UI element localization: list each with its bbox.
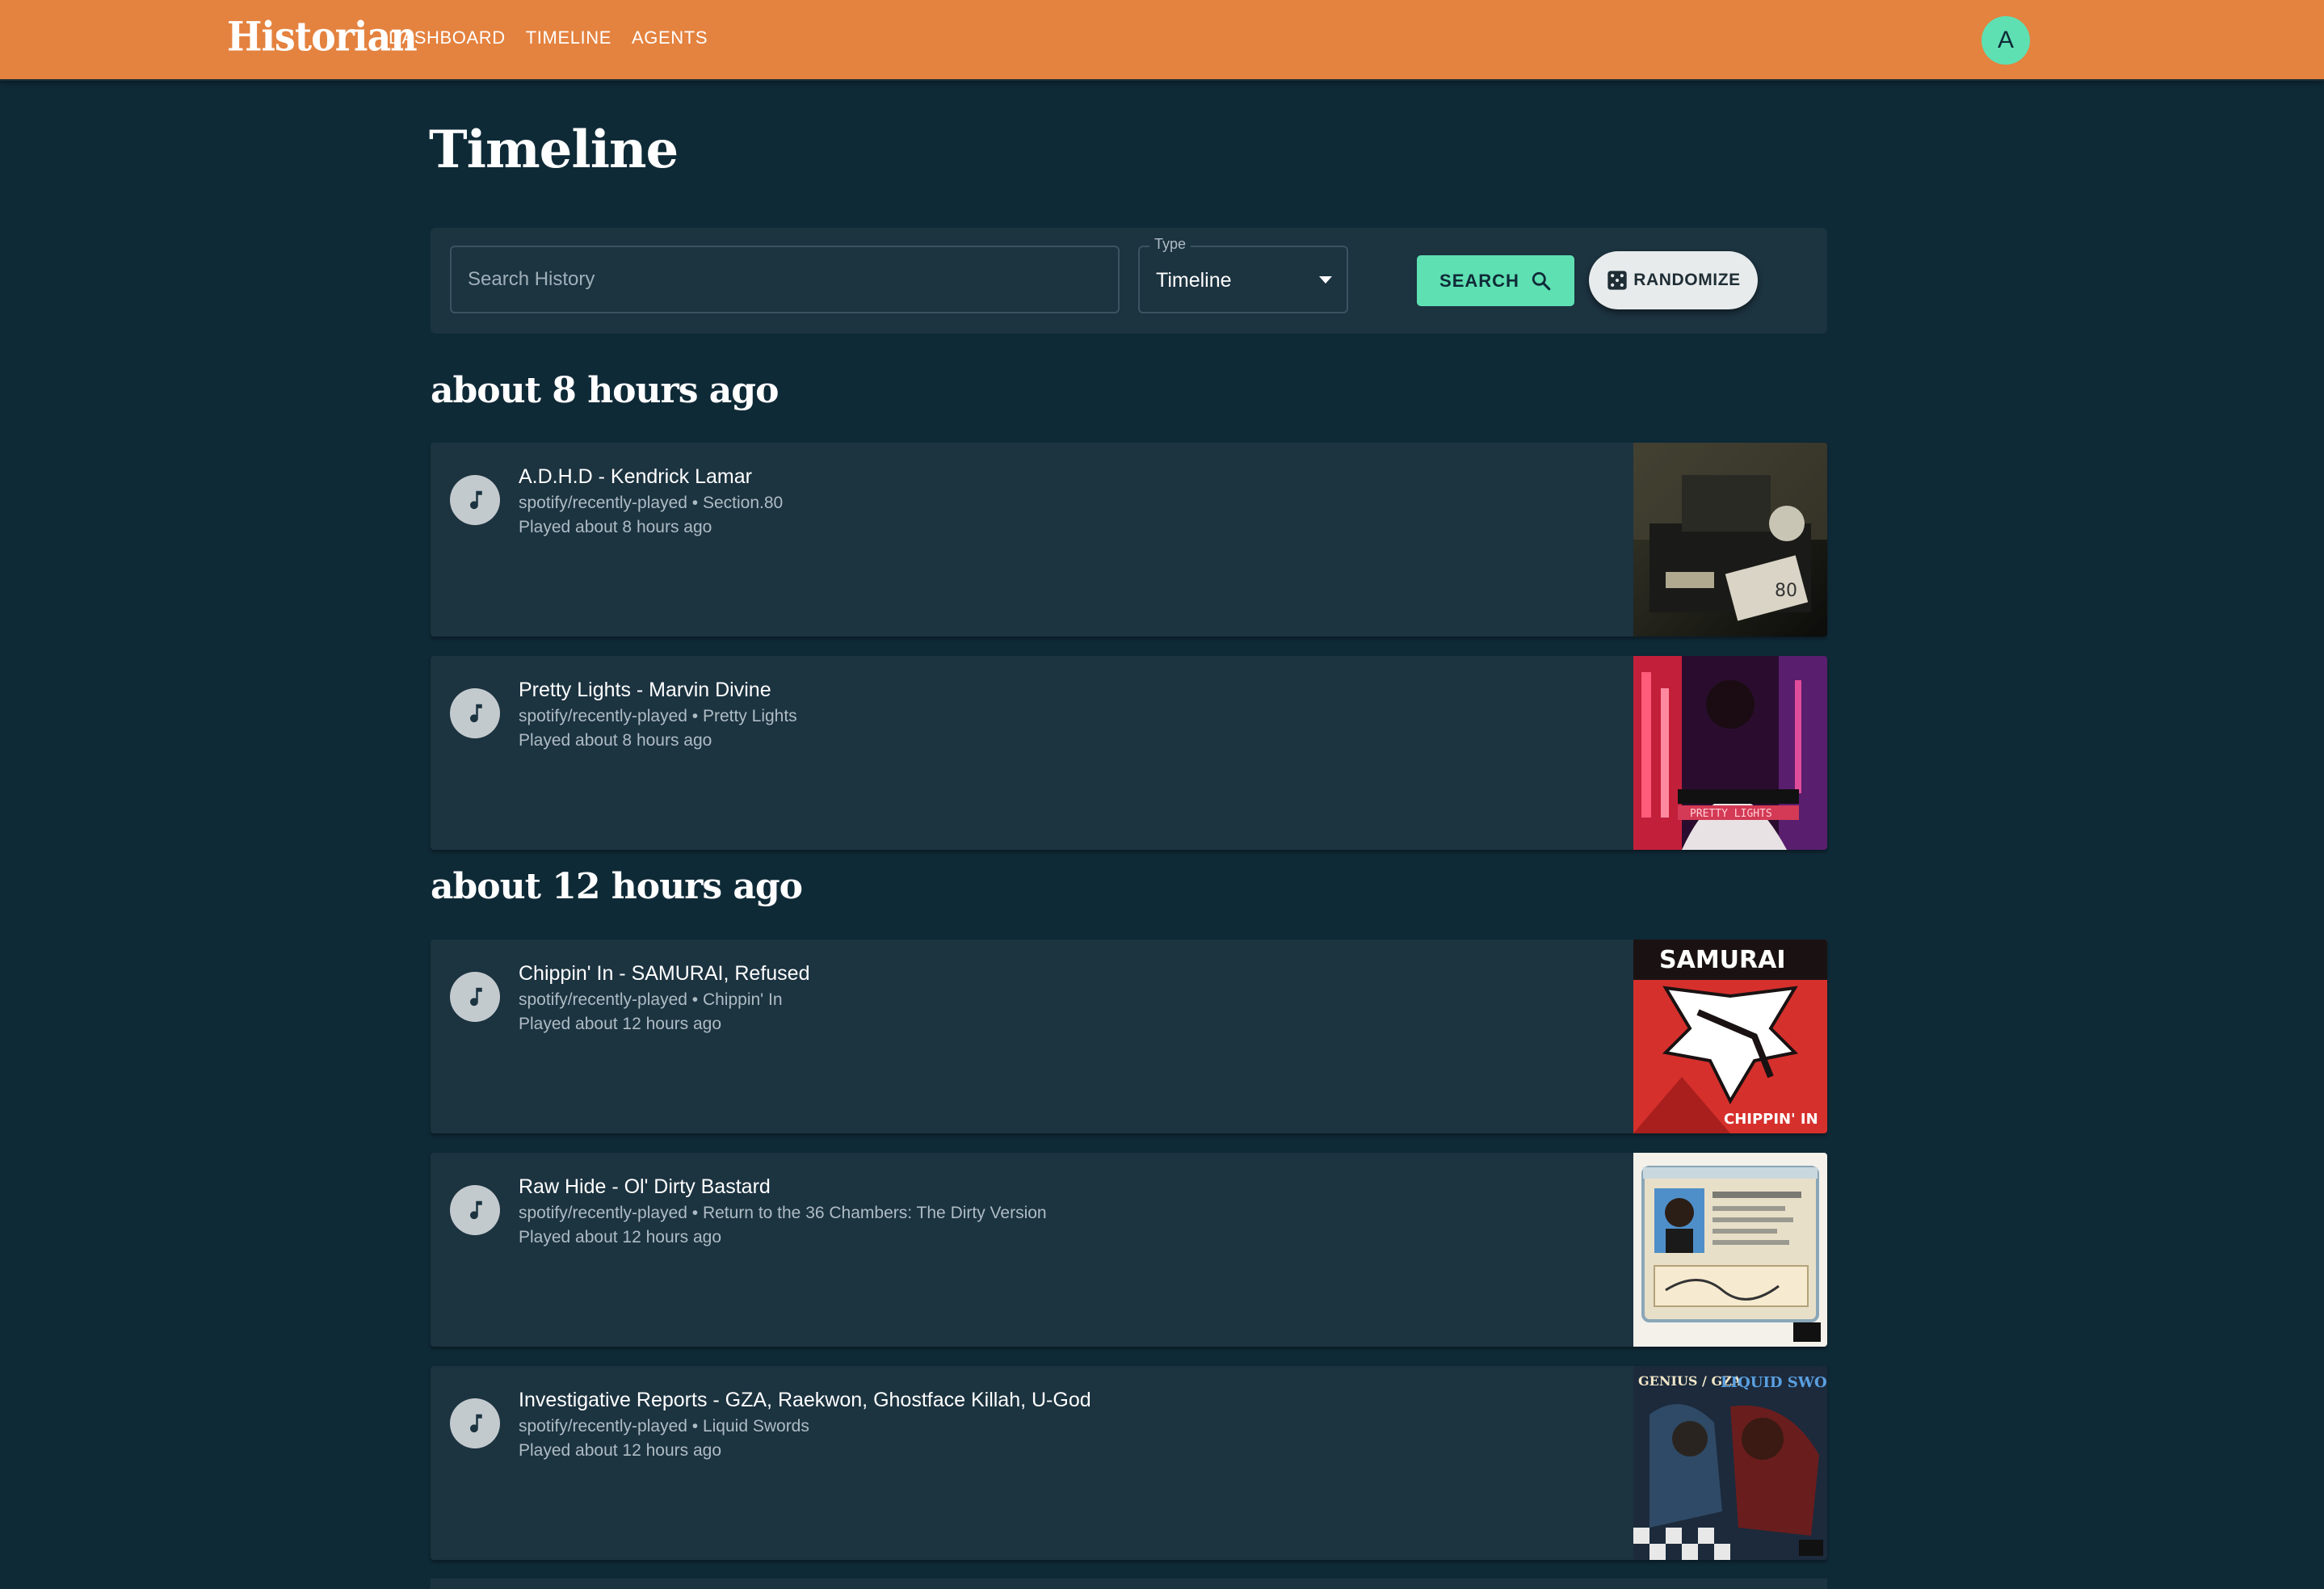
track-source: spotify/recently-played • Chippin' In [519, 990, 783, 1009]
track-played-time: Played about 12 hours ago [519, 1228, 722, 1246]
search-panel: Type Timeline SEARCH RANDOMIZE [431, 228, 1827, 334]
user-avatar[interactable]: A [1981, 16, 2030, 65]
nav-agents[interactable]: AGENTS [632, 27, 708, 48]
search-input[interactable] [450, 246, 1120, 313]
cover-text: PRETTY LIGHTS [1690, 808, 1772, 820]
timeline-card[interactable]: Raw Hide - Ol' Dirty Bastard spotify/rec… [431, 1153, 1827, 1347]
track-title[interactable]: Investigative Reports - GZA, Raekwon, Gh… [519, 1389, 1091, 1412]
album-cover[interactable]: GENIUS / GZA LIQUID SWORDS [1633, 1366, 1827, 1560]
main-nav: DASHBOARD TIMELINE AGENTS [389, 27, 708, 48]
track-source: spotify/recently-played • Pretty Lights [519, 707, 797, 725]
music-note-icon [450, 1185, 500, 1235]
type-select-value: Timeline [1156, 269, 1232, 292]
track-title[interactable]: Chippin' In - SAMURAI, Refused [519, 962, 809, 986]
search-button[interactable]: SEARCH [1417, 255, 1574, 306]
randomize-button-label: RANDOMIZE [1633, 271, 1741, 289]
music-note-icon [450, 1398, 500, 1448]
track-source: spotify/recently-played • Return to the … [519, 1204, 1047, 1222]
track-title[interactable]: A.D.H.D - Kendrick Lamar [519, 465, 752, 489]
section-heading: about 8 hours ago [431, 370, 779, 411]
svg-text:80: 80 [1775, 581, 1797, 601]
timeline-card-partial [431, 1578, 1827, 1589]
music-note-icon [450, 475, 500, 525]
dice-icon [1607, 271, 1627, 290]
album-cover[interactable]: 80 [1633, 443, 1827, 637]
album-cover[interactable]: SAMURAI CHIPPIN' IN [1633, 940, 1827, 1133]
cover-text: CHIPPIN' IN [1724, 1111, 1818, 1128]
timeline-card[interactable]: Pretty Lights - Marvin Divine spotify/re… [431, 656, 1827, 850]
track-played-time: Played about 12 hours ago [519, 1015, 722, 1033]
track-title[interactable]: Raw Hide - Ol' Dirty Bastard [519, 1175, 771, 1199]
type-select-label: Type [1149, 236, 1191, 253]
album-cover[interactable]: PRETTY LIGHTS [1633, 656, 1827, 850]
nav-timeline[interactable]: TIMELINE [526, 27, 611, 48]
cover-text: SAMURAI [1659, 946, 1786, 974]
track-played-time: Played about 8 hours ago [519, 731, 712, 750]
track-source: spotify/recently-played • Section.80 [519, 494, 784, 512]
search-button-label: SEARCH [1439, 270, 1519, 291]
track-title[interactable]: Pretty Lights - Marvin Divine [519, 679, 771, 702]
timeline-card[interactable]: A.D.H.D - Kendrick Lamar spotify/recentl… [431, 443, 1827, 637]
timeline-card[interactable]: Chippin' In - SAMURAI, Refused spotify/r… [431, 940, 1827, 1133]
randomize-button[interactable]: RANDOMIZE [1589, 251, 1758, 309]
search-icon [1532, 271, 1551, 290]
nav-dashboard[interactable]: DASHBOARD [389, 27, 506, 48]
page-title: Timeline [429, 120, 679, 180]
track-played-time: Played about 12 hours ago [519, 1441, 722, 1460]
track-source: spotify/recently-played • Liquid Swords [519, 1417, 809, 1436]
caret-down-icon [1319, 276, 1332, 284]
album-cover[interactable] [1633, 1153, 1827, 1347]
section-heading: about 12 hours ago [431, 866, 803, 907]
app-bar: Historian DASHBOARD TIMELINE AGENTS A [0, 0, 2324, 81]
music-note-icon [450, 688, 500, 738]
type-select[interactable]: Type Timeline [1138, 236, 1348, 313]
track-played-time: Played about 8 hours ago [519, 518, 712, 536]
music-note-icon [450, 972, 500, 1022]
timeline-card[interactable]: Investigative Reports - GZA, Raekwon, Gh… [431, 1366, 1827, 1560]
cover-text: LIQUID SWORDS [1721, 1374, 1827, 1391]
